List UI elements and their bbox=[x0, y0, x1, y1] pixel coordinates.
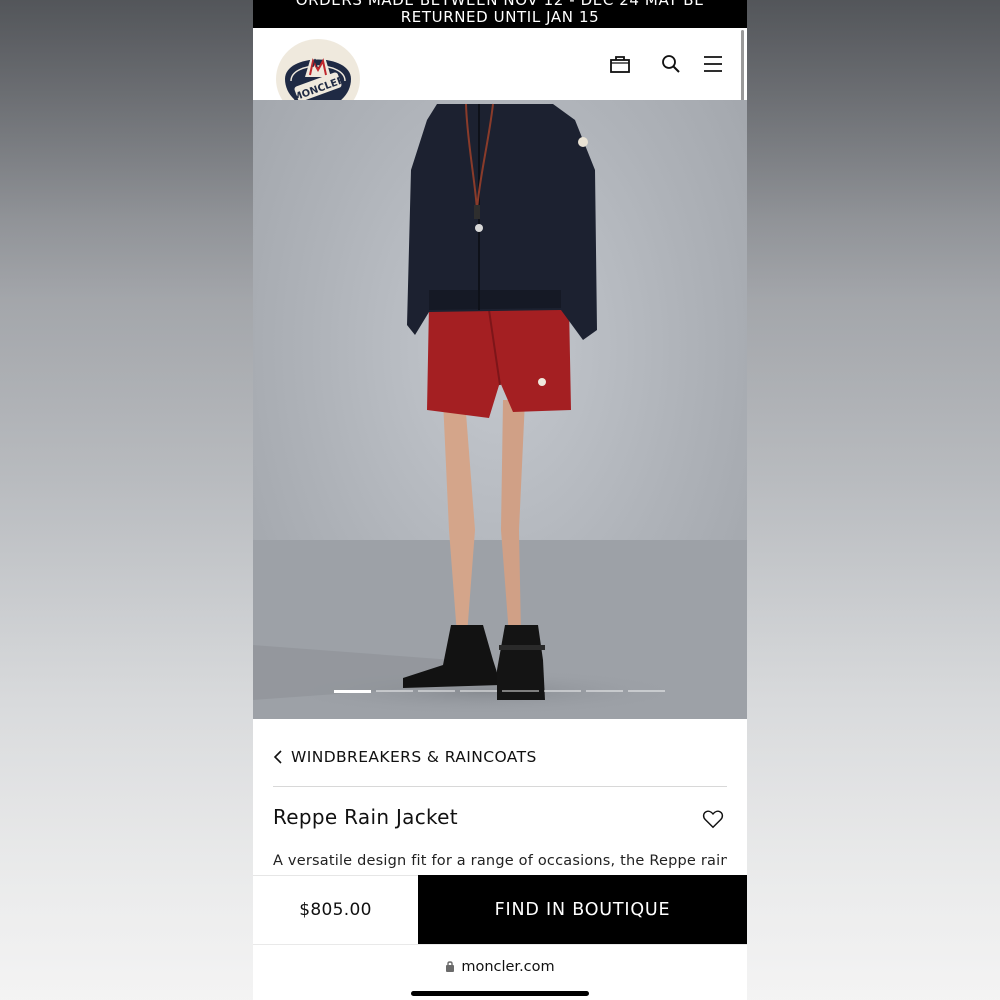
breadcrumb-label: WINDBREAKERS & RAINCOATS bbox=[291, 748, 537, 766]
home-indicator[interactable] bbox=[411, 991, 589, 996]
gallery-pagination bbox=[334, 690, 666, 693]
lock-icon bbox=[446, 961, 455, 972]
search-icon[interactable] bbox=[659, 52, 683, 76]
menu-icon[interactable] bbox=[701, 52, 725, 76]
background-right bbox=[747, 0, 1000, 1000]
divider bbox=[273, 786, 727, 787]
gallery-dot[interactable] bbox=[334, 690, 371, 693]
gallery-dot[interactable] bbox=[544, 690, 581, 692]
gallery-dot[interactable] bbox=[376, 690, 413, 692]
product-image[interactable] bbox=[253, 100, 747, 719]
gallery-dot[interactable] bbox=[586, 690, 623, 692]
product-price: $805.00 bbox=[253, 875, 418, 944]
gallery-dot[interactable] bbox=[502, 690, 539, 692]
chevron-left-icon bbox=[273, 750, 282, 764]
page-scrollbar[interactable] bbox=[741, 30, 744, 108]
promo-banner: ORDERS MADE BETWEEN NOV 12 - DEC 24 MAY … bbox=[253, 0, 747, 28]
bag-icon[interactable] bbox=[608, 52, 632, 76]
find-in-boutique-button[interactable]: FIND IN BOUTIQUE bbox=[418, 875, 747, 944]
product-description: A versatile design fit for a range of oc… bbox=[273, 853, 727, 869]
buy-bar: $805.00 FIND IN BOUTIQUE bbox=[253, 875, 747, 944]
phone-screen: ORDERS MADE BETWEEN NOV 12 - DEC 24 MAY … bbox=[253, 0, 747, 1000]
site-header: MONCLER bbox=[253, 28, 747, 119]
promo-line-2: RETURNED UNTIL JAN 15 bbox=[400, 8, 600, 26]
gallery-dot[interactable] bbox=[418, 690, 455, 692]
url-text: moncler.com bbox=[461, 959, 555, 975]
background-left bbox=[0, 0, 253, 1000]
browser-address-bar[interactable]: moncler.com bbox=[253, 944, 747, 1000]
heart-icon[interactable] bbox=[702, 808, 724, 830]
url-display[interactable]: moncler.com bbox=[253, 959, 747, 975]
product-title: Reppe Rain Jacket bbox=[273, 805, 458, 829]
gallery-dot[interactable] bbox=[460, 690, 497, 692]
model-photo bbox=[253, 103, 747, 719]
gallery-dot[interactable] bbox=[628, 690, 665, 692]
